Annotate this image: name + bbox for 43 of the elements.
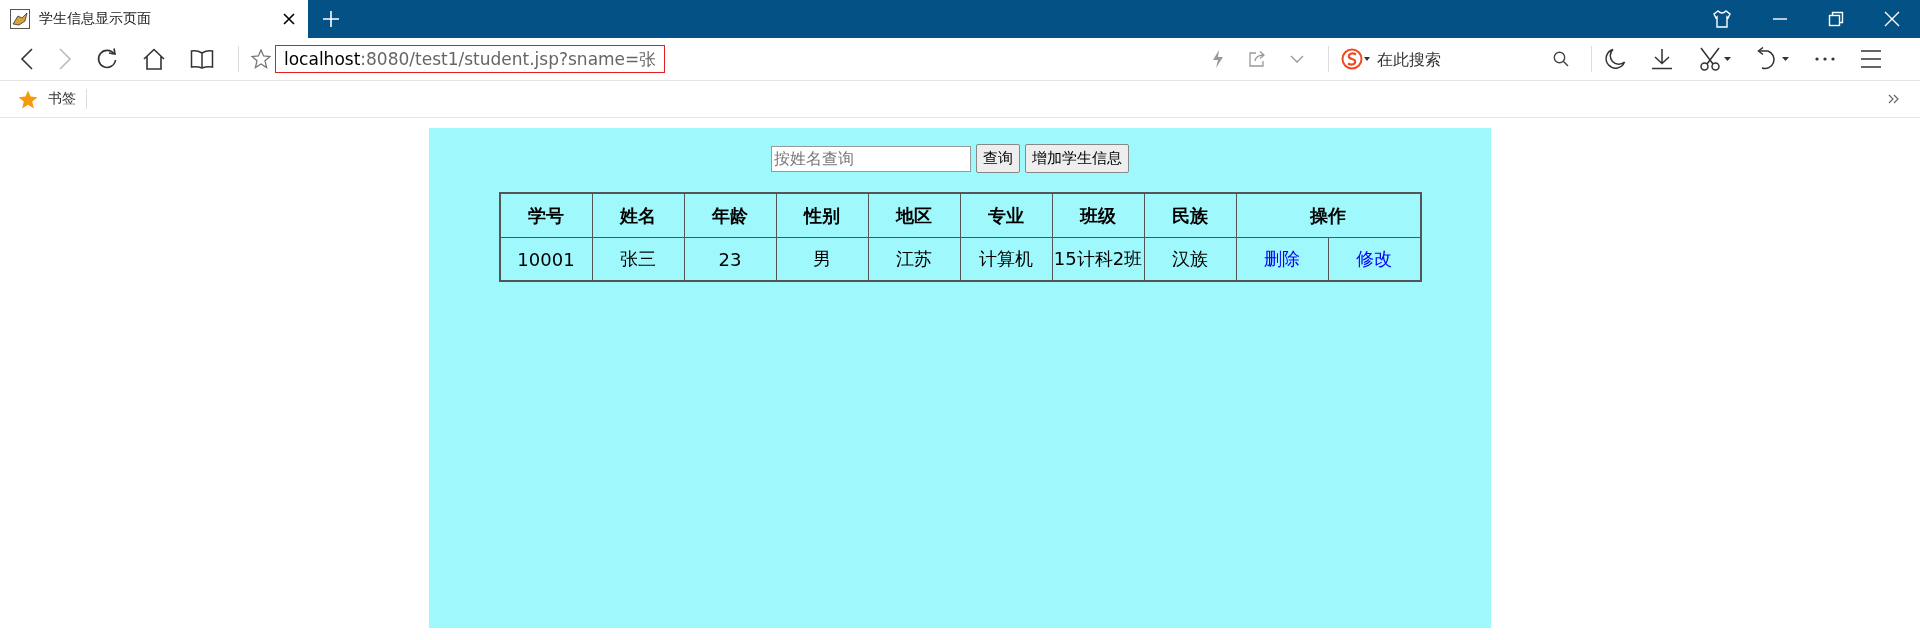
add-student-button[interactable]: 增加学生信息 (1025, 144, 1129, 173)
address-field[interactable]: localhost:8080/test1/student.jsp?sname=张 (275, 45, 665, 73)
chevron-down-icon[interactable] (1290, 54, 1304, 64)
double-chevron-icon[interactable] (1888, 94, 1900, 104)
star-icon (18, 89, 38, 109)
menu-icon[interactable] (1860, 49, 1882, 69)
url-host: localhost (284, 49, 361, 69)
shirt-icon[interactable] (1712, 10, 1732, 28)
reload-icon[interactable] (96, 48, 118, 70)
scissors-icon[interactable] (1698, 47, 1732, 71)
tab-title: 学生信息显示页面 (39, 10, 152, 28)
new-tab-icon[interactable] (322, 10, 340, 28)
query-button[interactable]: 查询 (976, 144, 1020, 173)
column-header: 性别 (776, 193, 868, 238)
column-header: 班级 (1052, 193, 1144, 238)
close-icon[interactable] (1884, 11, 1900, 27)
column-header: 姓名 (592, 193, 684, 238)
table-cell: 15计科2班 (1052, 237, 1144, 281)
restore-icon[interactable] (1828, 11, 1844, 27)
moon-icon[interactable] (1604, 48, 1626, 70)
home-icon[interactable] (142, 48, 166, 70)
undo-icon[interactable] (1756, 47, 1790, 71)
action-link[interactable]: 删除 (1264, 248, 1300, 269)
column-header: 学号 (499, 193, 592, 238)
lightning-icon[interactable] (1212, 50, 1224, 68)
column-header: 民族 (1144, 193, 1236, 238)
action-link[interactable]: 修改 (1356, 248, 1392, 269)
download-icon[interactable] (1650, 48, 1674, 70)
close-tab-icon[interactable] (282, 12, 296, 26)
share-icon[interactable] (1248, 50, 1266, 68)
column-header: 专业 (960, 193, 1052, 238)
url-path: :8080/test1/student.jsp?sname=张 (360, 47, 657, 71)
browser-tab[interactable]: 学生信息显示页面 (0, 0, 308, 38)
column-header: 地区 (868, 193, 960, 238)
more-icon[interactable] (1814, 56, 1836, 62)
bookmark-folder[interactable]: 书签 (48, 90, 76, 108)
column-header: 年龄 (684, 193, 776, 238)
back-icon[interactable] (20, 48, 34, 70)
book-icon[interactable] (190, 49, 214, 69)
search-icon[interactable] (1553, 51, 1569, 67)
name-search-field[interactable]: 按姓名查询 (771, 145, 971, 172)
star-icon[interactable] (251, 49, 271, 69)
search-engine-logo-icon (1341, 48, 1371, 70)
